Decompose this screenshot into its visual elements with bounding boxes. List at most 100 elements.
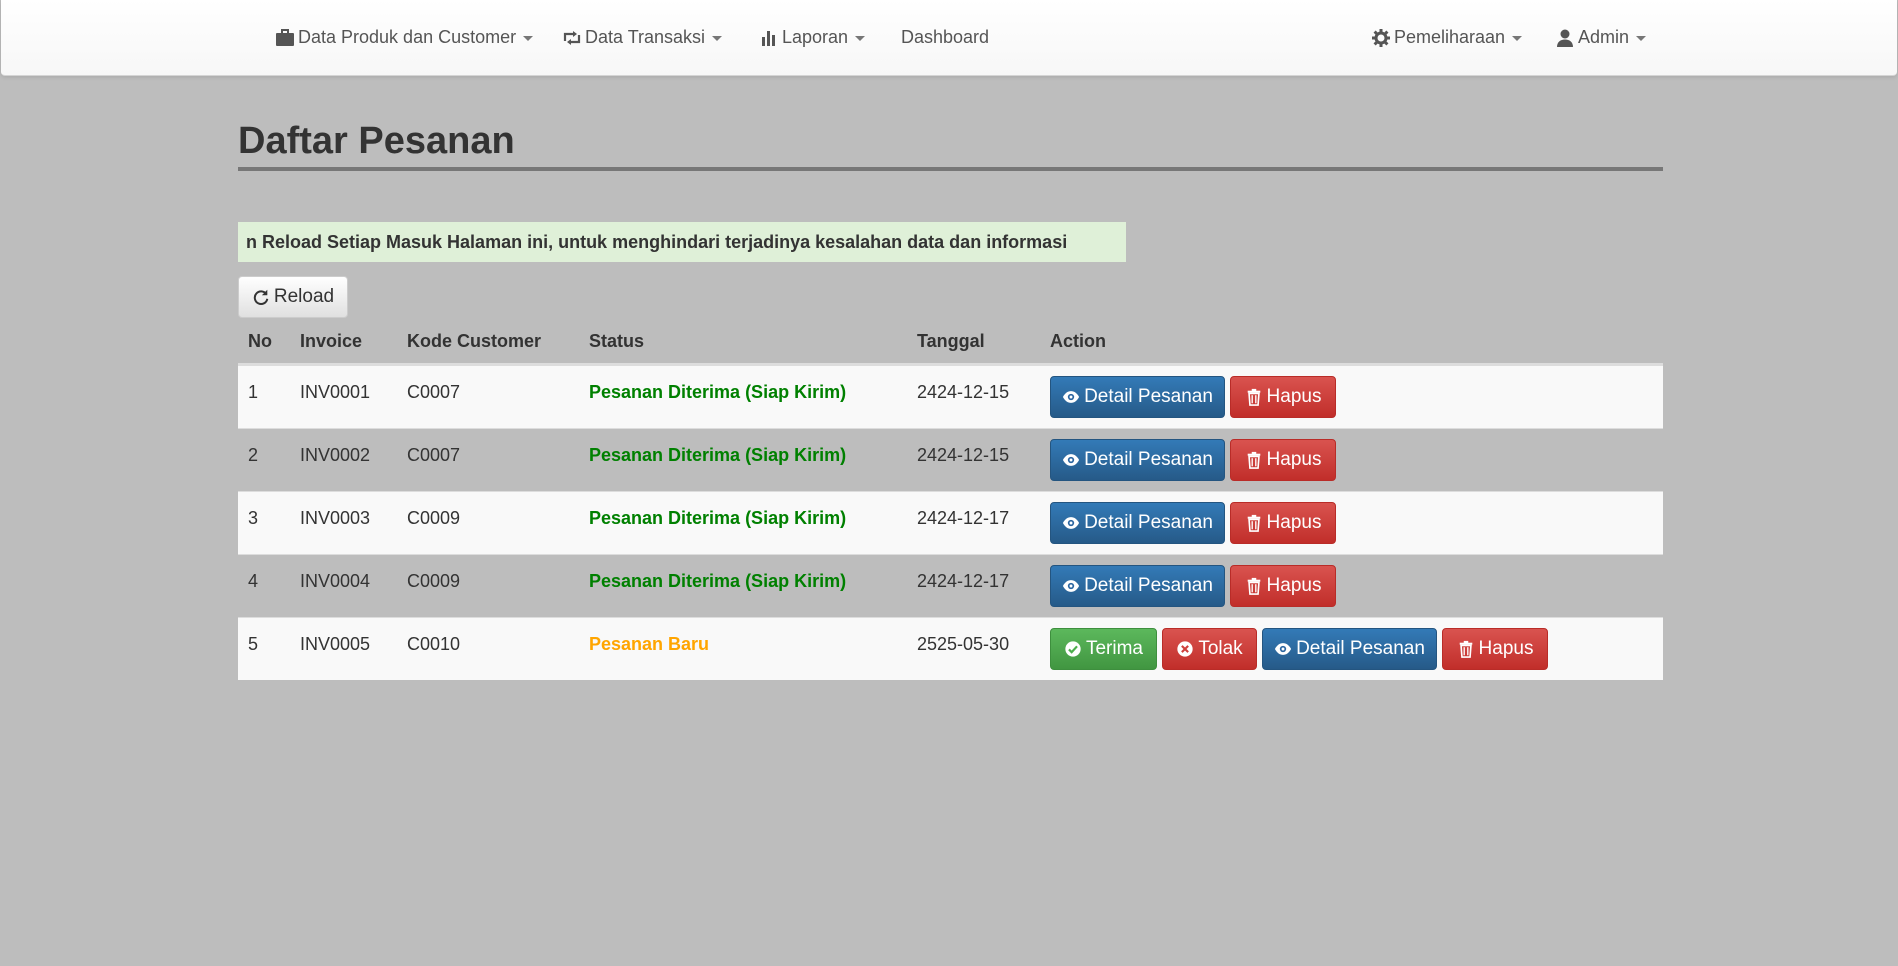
detail-order-button[interactable]: Detail Pesanan (1050, 502, 1225, 544)
alert-text: n Reload Setiap Masuk Halaman ini, untuk… (246, 231, 1068, 252)
detail-order-button[interactable]: Detail Pesanan (1050, 439, 1225, 481)
cell-no: 5 (248, 634, 259, 654)
delete-button[interactable]: Hapus (1230, 502, 1336, 544)
nav-pemeliharaan[interactable]: Pemeliharaan (1371, 0, 1523, 75)
title-divider (238, 167, 1663, 171)
delete-button[interactable]: Hapus (1442, 628, 1548, 670)
user-icon (1557, 29, 1573, 47)
header-action: Action (1050, 331, 1106, 351)
detail-order-button-label: Detail Pesanan (1084, 386, 1213, 407)
detail-order-button[interactable]: Detail Pesanan (1262, 628, 1437, 670)
cell-actions: Detail Pesanan Hapus (1050, 502, 1336, 544)
check-circle-icon (1065, 641, 1081, 657)
cell-customer: C0009 (407, 508, 461, 528)
cell-invoice: INV0004 (300, 571, 371, 591)
caret-down-icon (1512, 36, 1523, 41)
table-row: 4 INV0004 C0009 Pesanan Diterima (Siap K… (238, 554, 1663, 617)
nav-label: Data Produk dan Customer (298, 27, 517, 47)
cell-date: 2424-12-15 (917, 445, 1010, 465)
cell-date: 2525-05-30 (917, 634, 1010, 654)
cell-customer: C0009 (407, 571, 461, 591)
delete-button-label: Hapus (1266, 575, 1322, 596)
reload-alert: n Reload Setiap Masuk Halaman ini, untuk… (238, 222, 1126, 262)
header-no: No (248, 331, 272, 351)
eye-icon (1062, 580, 1080, 592)
cell-invoice: INV0002 (300, 445, 371, 465)
cell-invoice: INV0005 (300, 634, 371, 654)
accept-button-label: Terima (1085, 638, 1143, 659)
trash-icon (1247, 451, 1260, 469)
detail-order-button-label: Detail Pesanan (1084, 575, 1213, 596)
caret-down-icon (523, 36, 534, 41)
cell-no: 2 (248, 445, 259, 465)
trash-icon (1459, 640, 1472, 658)
refresh-icon (253, 289, 269, 305)
cell-status: Pesanan Diterima (Siap Kirim) (589, 445, 847, 465)
detail-order-button-label: Detail Pesanan (1296, 638, 1425, 659)
page-title: Daftar Pesanan (238, 120, 515, 162)
reload-label: Reload (273, 286, 335, 307)
delete-button-label: Hapus (1478, 638, 1534, 659)
delete-button[interactable]: Hapus (1230, 439, 1336, 481)
cell-date: 2424-12-15 (917, 382, 1010, 402)
table-row: 2 INV0002 C0007 Pesanan Diterima (Siap K… (238, 428, 1663, 491)
trash-icon (1247, 577, 1260, 595)
detail-order-button-label: Detail Pesanan (1084, 512, 1213, 533)
retweet-icon (563, 30, 581, 45)
briefcase-icon (276, 28, 294, 46)
detail-order-button[interactable]: Detail Pesanan (1050, 565, 1225, 607)
delete-button-label: Hapus (1266, 449, 1322, 470)
reload-button[interactable]: Reload (238, 276, 348, 318)
remove-circle-icon (1177, 641, 1193, 657)
cell-actions: Detail Pesanan Hapus (1050, 376, 1336, 418)
eye-icon (1062, 391, 1080, 403)
delete-button-label: Hapus (1266, 386, 1322, 407)
table-header: No Invoice Kode Customer Status Tanggal … (238, 320, 1663, 365)
cell-status: Pesanan Baru (589, 634, 710, 654)
eye-icon (1274, 643, 1292, 655)
bar-chart-icon (762, 30, 775, 46)
detail-order-button-label: Detail Pesanan (1084, 449, 1213, 470)
cell-invoice: INV0003 (300, 508, 371, 528)
accept-button[interactable]: Terima (1050, 628, 1157, 670)
cell-customer: C0007 (407, 382, 461, 402)
nav-data-produk-customer[interactable]: Data Produk dan Customer (275, 0, 534, 75)
eye-icon (1062, 517, 1080, 529)
nav-label: Data Transaksi (585, 27, 706, 47)
cell-actions: Detail Pesanan Hapus (1050, 439, 1336, 481)
cell-date: 2424-12-17 (917, 508, 1010, 528)
cell-customer: C0010 (407, 634, 461, 654)
detail-order-button[interactable]: Detail Pesanan (1050, 376, 1225, 418)
top-navbar: Data Produk dan Customer Data Transaksi … (1, 0, 1897, 76)
nav-admin[interactable]: Admin (1555, 0, 1647, 75)
nav-label: Laporan (782, 27, 849, 47)
caret-down-icon (1636, 36, 1647, 41)
cell-invoice: INV0001 (300, 382, 371, 402)
header-status: Status (589, 331, 645, 351)
nav-label: Admin (1578, 27, 1630, 47)
nav-label: Pemeliharaan (1394, 27, 1506, 47)
header-customer: Kode Customer (407, 331, 542, 351)
nav-laporan[interactable]: Laporan (759, 0, 866, 75)
cell-status: Pesanan Diterima (Siap Kirim) (589, 571, 847, 591)
cell-actions: Detail Pesanan Hapus (1050, 565, 1336, 607)
orders-table: No Invoice Kode Customer Status Tanggal … (238, 320, 1663, 680)
header-invoice: Invoice (300, 331, 363, 351)
reject-button[interactable]: Tolak (1162, 628, 1257, 670)
table-row: 5 INV0005 C0010 Pesanan Baru 2525-05-30 … (238, 617, 1663, 680)
table-row: 1 INV0001 C0007 Pesanan Diterima (Siap K… (238, 365, 1663, 428)
nav-dashboard[interactable]: Dashboard (901, 0, 989, 75)
delete-button[interactable]: Hapus (1230, 565, 1336, 607)
delete-button-label: Hapus (1266, 512, 1322, 533)
caret-down-icon (855, 36, 866, 41)
reject-button-label: Tolak (1198, 638, 1243, 659)
trash-icon (1247, 388, 1260, 406)
nav-label: Dashboard (901, 27, 990, 47)
nav-data-transaksi[interactable]: Data Transaksi (562, 0, 723, 75)
cell-no: 4 (248, 571, 259, 591)
delete-button[interactable]: Hapus (1230, 376, 1336, 418)
cell-status: Pesanan Diterima (Siap Kirim) (589, 508, 847, 528)
cell-no: 3 (248, 508, 259, 528)
cell-no: 1 (248, 382, 259, 402)
cell-status: Pesanan Diterima (Siap Kirim) (589, 382, 847, 402)
